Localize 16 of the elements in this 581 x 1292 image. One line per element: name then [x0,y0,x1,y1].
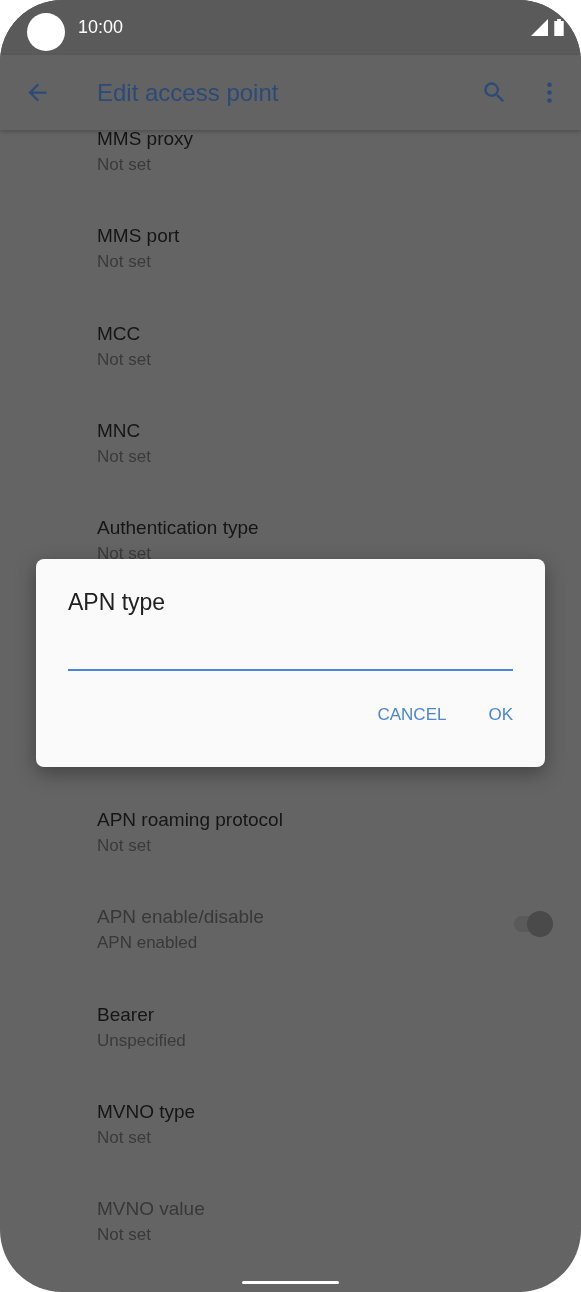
setting-title: APN roaming protocol [97,809,284,832]
dialog-button[interactable]: OK [474,697,527,733]
setting-title: Authentication type [97,517,260,540]
signal-icon [531,19,548,36]
setting-title: Bearer [97,1003,156,1026]
setting-title: MMS port [97,225,181,248]
dialog-button[interactable]: CANCEL [363,697,461,733]
battery-icon [554,19,564,36]
camera-cutout-icon [27,12,65,51]
dialog-title: APN type [68,588,167,617]
setting-title: MVNO type [97,1100,197,1123]
setting-title: MMS proxy [97,130,195,150]
setting-title: MNC [97,419,142,442]
status-time: 10:00 [78,17,124,38]
setting-title: MCC [97,322,142,345]
screen-title: Edit access point [97,78,279,107]
